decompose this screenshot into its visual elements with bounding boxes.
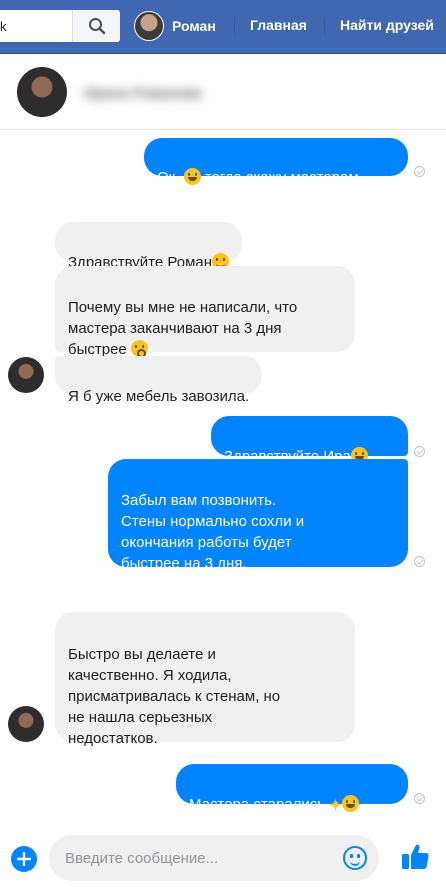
contact-avatar-small[interactable] <box>8 706 44 742</box>
message-composer: Введите сообщение... <box>0 826 446 887</box>
message-bubble-outgoing[interactable]: Забыл вам позвонить. Стены нормально сох… <box>108 459 408 572</box>
nav-home-link[interactable]: Главная <box>250 17 307 33</box>
profile-name: Роман <box>172 18 216 34</box>
conversation-header: Ирина Романова <box>0 55 446 130</box>
message-text: Ок , <box>157 169 184 186</box>
message-text: Я б уже мебель завозила. <box>68 388 250 405</box>
message-bubble-incoming[interactable]: Быстро вы делаете и качественно. Я ходил… <box>55 612 355 747</box>
message-text: Мастера старались <box>189 796 330 813</box>
add-icon <box>17 852 31 866</box>
thumbs-up-icon <box>402 844 429 869</box>
top-navigation-bar: k Роман Главная Найти друзей <box>0 0 446 54</box>
message-input-placeholder: Введите сообщение... <box>65 850 219 867</box>
message-text: Забыл вам позвонить. Стены нормально сох… <box>121 492 305 572</box>
contact-avatar[interactable] <box>17 67 67 117</box>
nav-find-friends-link[interactable]: Найти друзей <box>340 17 434 33</box>
seen-check-icon <box>414 446 425 457</box>
message-bubble-outgoing[interactable]: Ок , тогда скажу мастерам <box>144 138 408 186</box>
message-bubble-outgoing[interactable]: Мастера старались ✦ <box>176 764 408 814</box>
nav-divider <box>234 17 235 35</box>
seen-check-icon <box>414 166 425 177</box>
search-button[interactable] <box>72 10 120 42</box>
astonished-emoji-icon <box>130 340 148 358</box>
seen-check-icon <box>414 793 425 804</box>
message-text: Быстро вы делаете и качественно. Я ходил… <box>68 646 281 747</box>
message-input[interactable]: Введите сообщение... <box>49 835 379 881</box>
seen-check-icon <box>414 556 425 567</box>
message-bubble-incoming[interactable]: Здравствуйте Роман <box>55 222 243 271</box>
message-text: тогда скажу мастерам <box>200 169 359 186</box>
message-text: Почему вы мне не написали, что мастера з… <box>68 299 298 358</box>
message-bubble-outgoing[interactable]: Здравствуйте Ира <box>211 416 408 465</box>
search-input-text: k <box>0 19 7 34</box>
emoji-icon[interactable] <box>343 846 367 870</box>
search-icon <box>88 18 105 35</box>
nav-profile-link[interactable]: Роман <box>134 10 216 42</box>
profile-avatar <box>134 11 164 41</box>
message-bubble-incoming[interactable]: Почему вы мне не написали, что мастера з… <box>55 266 355 358</box>
contact-name[interactable]: Ирина Романова <box>84 85 201 102</box>
message-bubble-incoming[interactable]: Я б уже мебель завозила. <box>55 356 263 405</box>
flexed-biceps-emoji-icon: ✦ <box>329 797 342 814</box>
add-attachment-button[interactable] <box>11 846 37 872</box>
nav-divider <box>324 17 325 35</box>
thumbs-up-button[interactable] <box>398 840 432 874</box>
grinning-emoji-icon <box>183 168 201 185</box>
contact-avatar-small[interactable] <box>8 357 44 393</box>
grinning-emoji-icon <box>341 795 359 812</box>
